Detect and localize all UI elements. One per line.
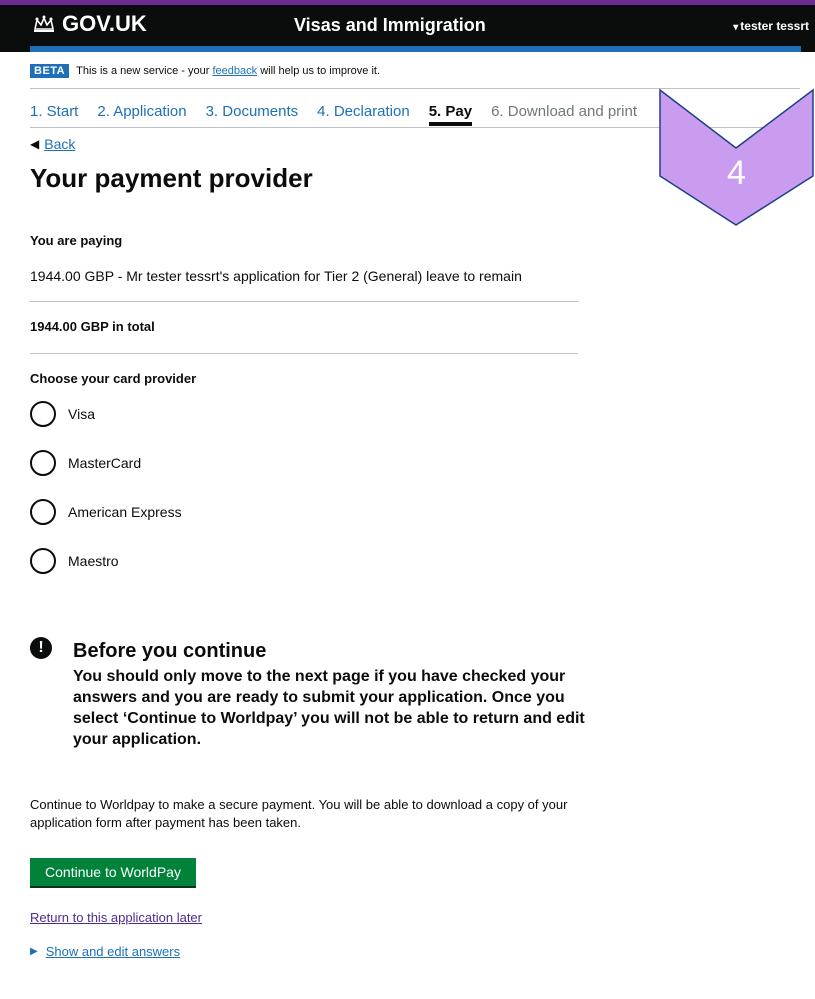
warning-body: You should only move to the next page if… xyxy=(73,668,585,748)
radio-mastercard[interactable]: MasterCard xyxy=(30,450,141,476)
worldpay-info: Continue to Worldpay to make a secure pa… xyxy=(30,797,568,830)
global-header: GOV.UK Visas and Immigration ▾ tester tes… xyxy=(0,0,815,52)
step-number-badge: 4 xyxy=(658,80,815,230)
radio-american-express[interactable]: American Express xyxy=(30,499,182,525)
continue-to-worldpay-button[interactable]: Continue to WorldPay xyxy=(30,858,196,886)
back-link[interactable]: ◀ Back xyxy=(30,136,75,152)
step-download-print: 6. Download and print xyxy=(491,103,638,120)
paying-heading: You are paying xyxy=(30,233,123,248)
user-name: tester tessrt xyxy=(740,19,809,33)
service-name[interactable]: Visas and Immigration xyxy=(294,15,486,36)
radio-circle[interactable] xyxy=(30,450,56,476)
user-menu[interactable]: ▾ tester tessrt xyxy=(733,19,809,33)
warning-title: Before you continue xyxy=(73,640,267,662)
step-navigation: 1. Start 2. Application 3. Documents 4. … xyxy=(30,103,656,126)
show-edit-answers-label: Show and edit answers xyxy=(45,944,181,959)
caret-down-icon: ▾ xyxy=(733,22,739,33)
return-later-link[interactable]: Return to this application later xyxy=(30,910,202,925)
triangle-left-icon: ◀ xyxy=(30,137,40,151)
divider xyxy=(30,301,578,302)
card-provider-heading: Choose your card provider xyxy=(30,371,197,386)
radio-maestro[interactable]: Maestro xyxy=(30,548,119,574)
step-application[interactable]: 2. Application xyxy=(97,103,186,126)
feedback-link[interactable]: feedback xyxy=(212,65,257,77)
beta-banner: BETA This is a new service - your feedba… xyxy=(30,64,380,78)
radio-visa[interactable]: Visa xyxy=(30,401,95,427)
radio-circle[interactable] xyxy=(30,499,56,525)
radio-label: Maestro xyxy=(68,553,119,569)
govuk-logo[interactable]: GOV.UK xyxy=(32,11,147,37)
radio-label: MasterCard xyxy=(68,455,142,471)
step-documents[interactable]: 3. Documents xyxy=(206,103,299,126)
crown-icon xyxy=(34,15,54,32)
radio-circle[interactable] xyxy=(30,401,56,427)
payment-total: 1944.00 GBP in total xyxy=(30,319,155,334)
radio-label: Visa xyxy=(68,406,95,422)
show-edit-answers-toggle[interactable]: ▶ Show and edit answers xyxy=(30,944,180,959)
radio-label: American Express xyxy=(68,504,182,520)
header-blue-stripe xyxy=(30,46,801,52)
logo-text: GOV.UK xyxy=(62,11,147,36)
step-pay: 5. Pay xyxy=(428,103,473,126)
page-title: Your payment provider xyxy=(30,163,313,193)
step-start[interactable]: 1. Start xyxy=(30,103,78,126)
triangle-right-icon: ▶ xyxy=(30,946,38,957)
divider xyxy=(30,353,578,354)
beta-tag: BETA xyxy=(30,64,70,78)
badge-number: 4 xyxy=(727,154,746,192)
back-label: Back xyxy=(44,136,76,152)
beta-text-before: This is a new service - your xyxy=(76,65,210,77)
beta-text-after: will help us to improve it. xyxy=(260,65,381,77)
step-declaration[interactable]: 4. Declaration xyxy=(317,103,410,126)
radio-circle[interactable] xyxy=(30,548,56,574)
exclamation-icon: ! xyxy=(30,637,52,659)
payment-description: 1944.00 GBP - Mr tester tessrt's applica… xyxy=(30,268,522,284)
